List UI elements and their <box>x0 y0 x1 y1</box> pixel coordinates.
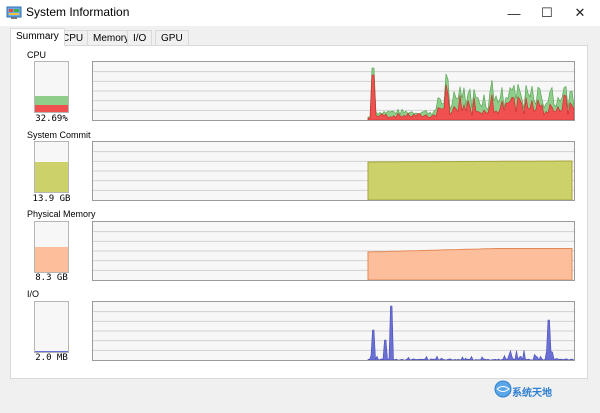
cpu-gauge-fill <box>35 95 68 112</box>
cpu-gauge <box>34 61 69 113</box>
system-commit-history-plot <box>93 151 574 200</box>
system-commit-gauge-fill <box>35 162 68 192</box>
cpu-history-plot <box>93 67 574 120</box>
maximize-button[interactable]: ☐ <box>530 0 564 26</box>
io-history-graph <box>92 301 575 361</box>
io-series <box>367 305 574 360</box>
tab-summary[interactable]: Summary <box>10 28 65 46</box>
cpu-label: CPU <box>27 50 47 60</box>
physical-memory-label: Physical Memory <box>27 209 96 219</box>
watermark-logo-icon <box>494 380 512 398</box>
system-commit-gauge <box>34 141 69 193</box>
system-commit-value: 13.9 GB <box>32 194 71 204</box>
physical-memory-value: 8.3 GB <box>35 273 68 283</box>
system-commit-history-graph <box>92 141 575 201</box>
minimize-button[interactable]: — <box>497 0 531 26</box>
cpu-history-graph <box>92 61 575 121</box>
system-commit-label: System Commit <box>27 130 91 140</box>
io-gauge <box>34 301 69 353</box>
io-history-plot <box>93 305 574 360</box>
tab-gpu[interactable]: GPU <box>155 30 189 46</box>
watermark-text: 系统天地 <box>512 388 552 399</box>
tab-io[interactable]: I/O <box>127 30 153 46</box>
system-information-icon <box>6 6 22 19</box>
io-gauge-fill <box>35 350 68 352</box>
maximize-icon: ☐ <box>541 5 553 20</box>
close-button[interactable]: ✕ <box>563 0 597 26</box>
physical-memory-gauge <box>34 221 69 273</box>
window-title: System Information <box>26 5 130 19</box>
physical-memory-history-plot <box>93 231 574 280</box>
physical-memory-history-graph <box>92 221 575 281</box>
io-label: I/O <box>27 289 40 299</box>
io-value: 2.0 MB <box>35 353 68 363</box>
physical-memory-gauge-fill <box>35 247 68 272</box>
system-commit-series <box>367 160 573 200</box>
close-icon: ✕ <box>574 5 586 20</box>
physical-memory-series <box>367 248 573 280</box>
title-bar: System Information — ☐ ✕ <box>0 0 600 26</box>
minimize-icon: — <box>507 5 521 21</box>
cpu-value: 32.69% <box>35 114 68 124</box>
